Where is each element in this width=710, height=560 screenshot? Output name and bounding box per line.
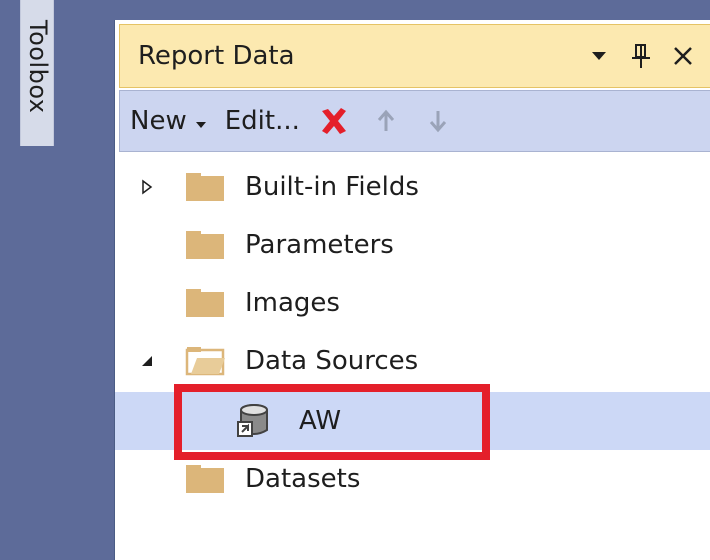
pin-icon[interactable] <box>628 43 654 69</box>
tree-item-label: AW <box>299 406 342 436</box>
folder-icon <box>186 465 224 493</box>
tree-item-built-in-fields[interactable]: Built-in Fields <box>115 158 710 216</box>
toolbox-tab[interactable]: Toolbox <box>20 0 54 146</box>
tree-item-datasets[interactable]: Datasets <box>115 450 710 508</box>
edit-button[interactable]: Edit... <box>225 91 300 151</box>
close-icon[interactable] <box>670 43 696 69</box>
move-up-button[interactable] <box>376 91 396 151</box>
data-source-icon <box>237 404 268 437</box>
tree-item-aw[interactable]: AW <box>115 392 710 450</box>
tree-item-label: Parameters <box>245 230 394 260</box>
panel-controls <box>586 43 696 69</box>
tree-item-label: Datasets <box>245 464 361 494</box>
panel-title: Report Data <box>138 41 295 71</box>
delete-button[interactable] <box>318 91 350 151</box>
new-button-label: New <box>130 106 187 136</box>
arrow-down-icon <box>429 111 447 133</box>
folder-icon <box>186 231 224 259</box>
tree-item-parameters[interactable]: Parameters <box>115 216 710 274</box>
chevron-down-icon[interactable] <box>586 43 612 69</box>
open-folder-icon <box>185 347 225 376</box>
folder-icon <box>186 173 224 201</box>
panel-toolbar: New Edit... <box>119 90 710 152</box>
arrow-up-icon <box>377 109 395 131</box>
tree-item-label: Built-in Fields <box>245 172 419 202</box>
panel-titlebar: Report Data <box>119 24 710 88</box>
collapse-arrow-icon[interactable] <box>137 351 157 371</box>
tree-item-data-sources[interactable]: Data Sources <box>115 332 710 390</box>
expand-arrow-icon[interactable] <box>137 177 157 197</box>
move-down-button[interactable] <box>428 91 448 151</box>
report-data-tree: Built-in Fields Parameters Images Data S… <box>115 156 710 560</box>
new-button[interactable]: New <box>130 91 207 151</box>
tree-item-label: Images <box>245 288 340 318</box>
report-data-panel: Report Data New Edit... Built-in Fields … <box>114 20 710 560</box>
folder-icon <box>186 289 224 317</box>
toolbox-label: Toolbox <box>24 20 52 114</box>
edit-button-label: Edit... <box>224 106 300 136</box>
tree-item-label: Data Sources <box>245 346 419 376</box>
chevron-down-icon <box>195 106 207 136</box>
tree-item-images[interactable]: Images <box>115 274 710 332</box>
delete-x-icon <box>321 108 346 134</box>
